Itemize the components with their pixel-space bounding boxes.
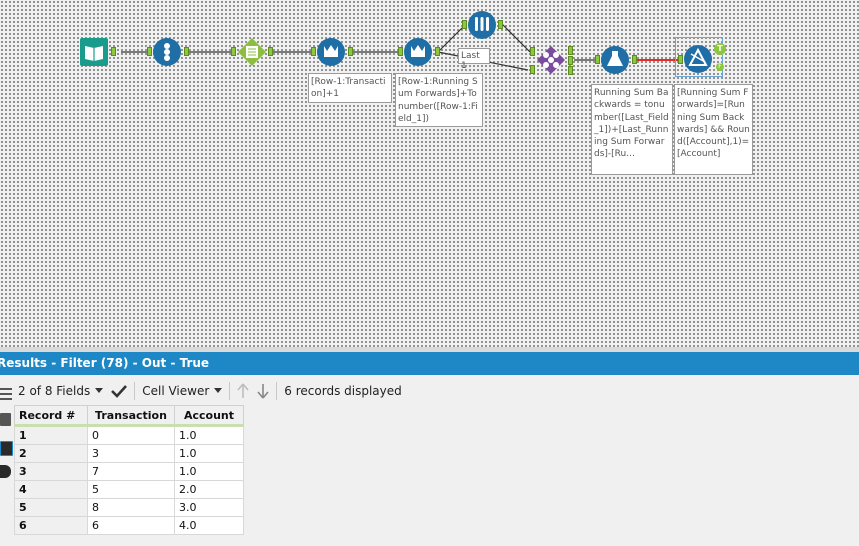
multirow-formula-tool-2[interactable] <box>403 37 433 67</box>
multirow-formula-tool-1[interactable] <box>316 37 346 67</box>
multirow-formula-icon <box>317 38 345 66</box>
table-row[interactable]: 4 5 2.0 <box>14 480 244 499</box>
account-cell[interactable]: 4.0 <box>174 516 244 535</box>
chevron-down-icon <box>95 388 104 393</box>
formula-input-anchor[interactable] <box>595 55 600 64</box>
record-number: 3 <box>14 462 88 481</box>
column-header-record[interactable]: Record # <box>14 405 88 427</box>
table-row[interactable]: 1 0 1.0 <box>14 425 244 445</box>
chevron-down-icon <box>214 388 223 393</box>
record-number: 6 <box>14 516 88 535</box>
join-tool[interactable] <box>536 45 566 75</box>
account-cell[interactable]: 1.0 <box>174 425 244 445</box>
record-number: 4 <box>14 480 88 499</box>
records-count: 6 records displayed <box>284 383 402 398</box>
check-icon <box>111 384 128 398</box>
mrf2-input-anchor[interactable] <box>398 47 403 56</box>
up-arrow-icon <box>237 382 249 398</box>
transaction-cell[interactable]: 8 <box>87 498 175 517</box>
results-table: Record # Transaction Account 1 0 1.0 2 3 1.0… <box>14 405 244 535</box>
join-left-input-anchor[interactable] <box>530 47 535 56</box>
results-header: Results - Filter (78) - Out - True <box>0 352 859 375</box>
join-icon <box>537 46 565 74</box>
sample-annotation: Last 1 <box>458 48 490 71</box>
recordid-output-anchor[interactable] <box>184 47 189 56</box>
record-number: 1 <box>14 425 88 445</box>
recordid-icon <box>153 38 181 66</box>
filter-true-anchor[interactable]: T <box>714 43 726 55</box>
transaction-cell[interactable]: 6 <box>87 516 175 535</box>
select-output-anchor[interactable] <box>268 47 273 56</box>
mrf1-output-anchor[interactable] <box>348 47 353 56</box>
menu-icon[interactable] <box>0 387 12 401</box>
results-panel: 2 of 8 Fields Cell Viewer 6 records disp… <box>0 375 859 546</box>
select-tool[interactable] <box>237 37 267 67</box>
sample-input-anchor[interactable] <box>462 20 467 29</box>
input-data-tool[interactable] <box>79 37 109 67</box>
cell-viewer-dropdown[interactable]: Cell Viewer <box>138 379 226 403</box>
filter-annotation: [Running Sum Forwards]=[Running Sum Back… <box>674 84 753 175</box>
metadata-view-icon[interactable] <box>0 465 11 478</box>
formula-icon <box>601 46 629 74</box>
formula-tool[interactable] <box>600 45 630 75</box>
select-input-anchor[interactable] <box>231 47 236 56</box>
formula2-annotation: [Row-1:Running Sum Forwards]+Tonumber([R… <box>395 73 483 127</box>
results-toolbar: 2 of 8 Fields Cell Viewer 6 records disp… <box>14 377 859 404</box>
fields-dropdown[interactable]: 2 of 8 Fields <box>14 379 107 403</box>
filter-tool[interactable] <box>683 44 713 74</box>
table-row[interactable]: 5 8 3.0 <box>14 498 244 517</box>
recordid-tool[interactable] <box>152 37 182 67</box>
column-header-transaction[interactable]: Transaction <box>87 405 175 427</box>
multirow-formula-icon <box>404 38 432 66</box>
table-row[interactable]: 3 7 1.0 <box>14 462 244 481</box>
sample-output-anchor[interactable] <box>498 20 503 29</box>
results-side-strip <box>0 375 14 546</box>
sample-tool[interactable] <box>467 10 497 40</box>
filter-icon <box>684 45 712 73</box>
table-row[interactable]: 2 3 1.0 <box>14 444 244 463</box>
scroll-up-button[interactable] <box>233 379 253 403</box>
transaction-cell[interactable]: 7 <box>87 462 175 481</box>
filter-false-anchor[interactable]: F <box>716 63 724 71</box>
filter-input-anchor[interactable] <box>678 55 683 64</box>
account-cell[interactable]: 1.0 <box>174 444 244 463</box>
book-input-icon <box>80 38 108 66</box>
toolbar-divider <box>229 381 231 400</box>
toolbar-divider <box>276 381 278 400</box>
transaction-cell[interactable]: 3 <box>87 444 175 463</box>
apply-fields-button[interactable] <box>107 379 131 403</box>
join-j-output-anchor[interactable] <box>568 56 573 65</box>
select-icon <box>238 38 266 66</box>
down-arrow-icon <box>257 383 269 399</box>
account-cell[interactable]: 1.0 <box>174 462 244 481</box>
input-output-anchor[interactable] <box>111 47 116 56</box>
account-cell[interactable]: 3.0 <box>174 498 244 517</box>
toolbar-divider <box>134 381 136 400</box>
sample-icon <box>468 11 496 39</box>
formula-output-anchor[interactable] <box>632 55 637 64</box>
cell-viewer-label: Cell Viewer <box>142 383 210 398</box>
results-title: Results - Filter (78) - Out - True <box>0 356 210 370</box>
join-r-output-anchor[interactable] <box>568 66 573 75</box>
scroll-down-button[interactable] <box>253 379 273 403</box>
formula3-annotation: Running Sum Backwards = tonumber([Last_F… <box>591 84 673 175</box>
transaction-cell[interactable]: 0 <box>87 425 175 445</box>
table-header-row: Record # Transaction Account <box>14 405 244 427</box>
table-view-icon[interactable] <box>0 441 13 456</box>
data-view-icon[interactable] <box>0 413 11 426</box>
join-l-output-anchor[interactable] <box>568 46 573 55</box>
record-number: 2 <box>14 444 88 463</box>
formula1-annotation: [Row-1:Transaction]+1 <box>308 73 392 103</box>
table-row[interactable]: 6 6 4.0 <box>14 516 244 535</box>
join-right-input-anchor[interactable] <box>530 65 535 74</box>
recordid-input-anchor[interactable] <box>147 47 152 56</box>
fields-label: 2 of 8 Fields <box>18 383 91 398</box>
mrf2-output-anchor[interactable] <box>435 47 440 56</box>
workflow-canvas[interactable]: T F [Row-1:Transaction]+1 [Row-1:Running… <box>0 0 859 347</box>
mrf1-input-anchor[interactable] <box>311 47 316 56</box>
account-cell[interactable]: 2.0 <box>174 480 244 499</box>
record-number: 5 <box>14 498 88 517</box>
column-header-account[interactable]: Account <box>174 405 244 427</box>
transaction-cell[interactable]: 5 <box>87 480 175 499</box>
